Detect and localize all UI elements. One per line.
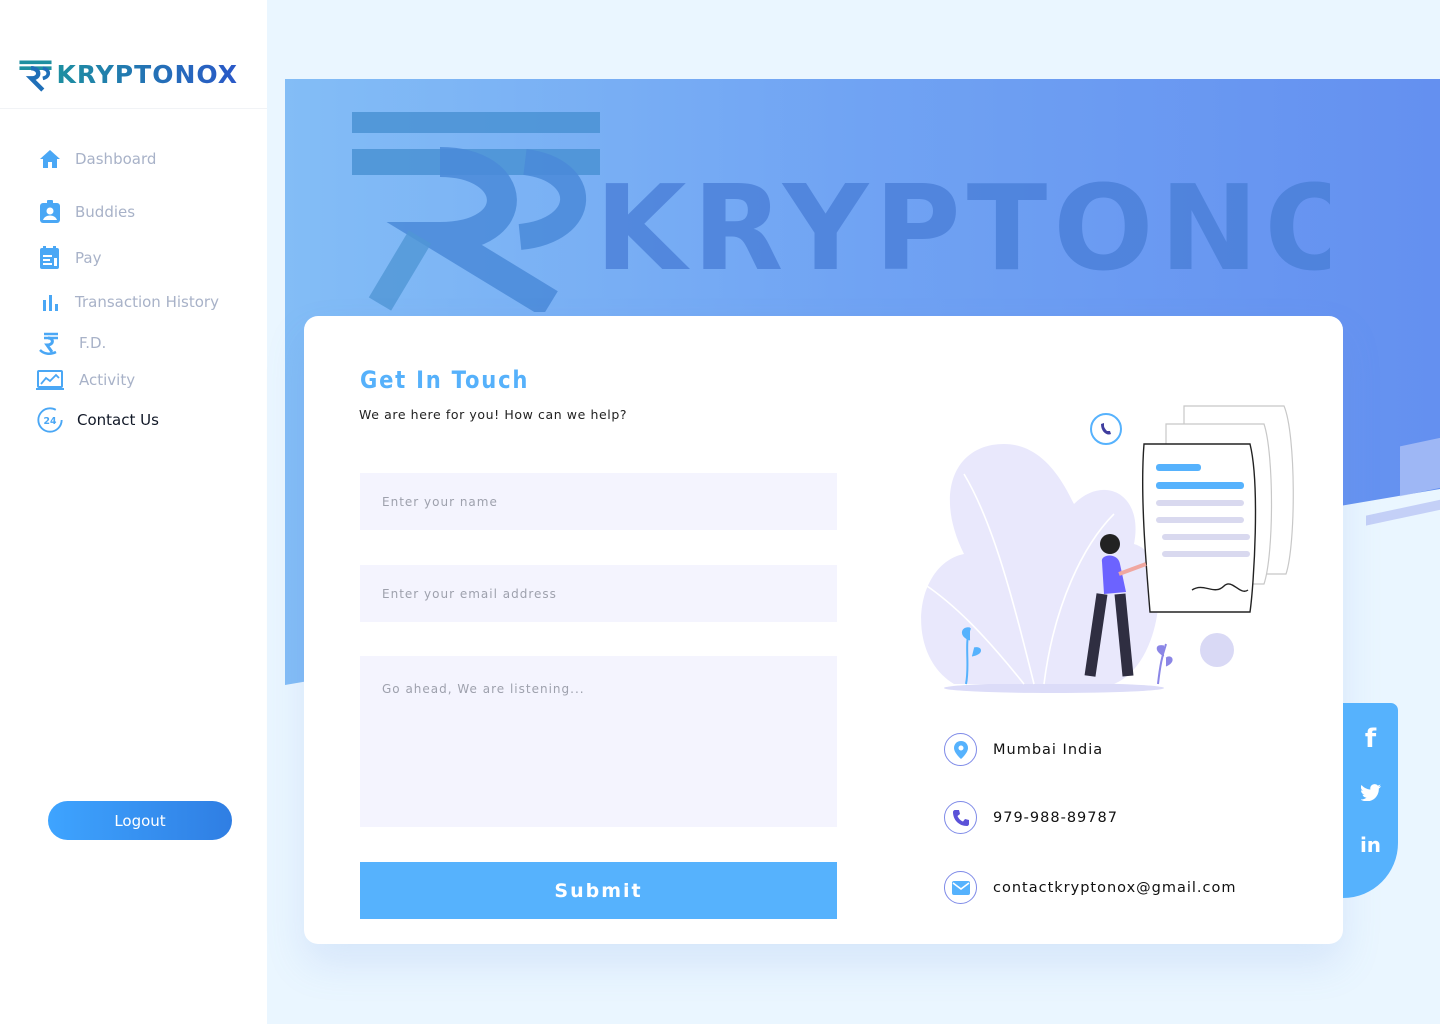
submit-button[interactable]: Submit <box>360 862 837 919</box>
phone-icon <box>944 801 977 834</box>
email-text: contactkryptonox@gmail.com <box>993 879 1237 896</box>
location-pin-icon <box>944 733 977 766</box>
sidebar-item-fd[interactable]: F.D. <box>36 329 106 357</box>
email-input[interactable] <box>360 565 837 622</box>
sidebar-item-label: Activity <box>79 371 136 389</box>
twitter-icon <box>1360 783 1381 801</box>
sidebar-item-label: Buddies <box>75 203 136 221</box>
sidebar: KRYPTONOX Dashboard Buddies Pay Transact… <box>0 0 267 1024</box>
message-textarea[interactable] <box>360 656 837 827</box>
sidebar-item-label: F.D. <box>79 334 107 352</box>
linkedin-button[interactable]: in <box>1343 825 1398 865</box>
rupee-logo-icon <box>19 60 52 92</box>
bar-chart-icon <box>36 288 64 316</box>
brand-name: KRYPTONOX <box>56 59 238 89</box>
page-title: Get In Touch <box>360 366 530 394</box>
linkedin-icon: in <box>1359 833 1382 857</box>
phone-text: 979-988-89787 <box>993 809 1118 826</box>
sidebar-item-transaction-history[interactable]: Transaction History <box>36 288 219 316</box>
logout-button[interactable]: Logout <box>48 801 232 840</box>
mail-icon <box>944 871 977 904</box>
sidebar-item-pay[interactable]: Pay <box>36 244 101 272</box>
monitor-chart-icon <box>36 366 64 394</box>
contact-location: Mumbai India <box>944 733 1103 766</box>
social-bar: f in <box>1343 703 1398 898</box>
divider <box>0 108 267 109</box>
facebook-icon: f <box>1364 724 1377 754</box>
support-24-icon: 24 <box>36 406 64 434</box>
sidebar-item-activity[interactable]: Activity <box>36 366 135 394</box>
contact-email[interactable]: contactkryptonox@gmail.com <box>944 871 1237 904</box>
sidebar-item-label: Transaction History <box>75 293 219 311</box>
sidebar-item-dashboard[interactable]: Dashboard <box>36 145 156 173</box>
sidebar-item-label: Dashboard <box>75 150 157 168</box>
sidebar-item-buddies[interactable]: Buddies <box>36 198 135 226</box>
facebook-button[interactable]: f <box>1343 719 1398 759</box>
rupee-hand-icon <box>36 329 64 357</box>
name-input[interactable] <box>360 473 837 530</box>
contact-card: Get In Touch We are here for you! How ca… <box>304 316 1343 944</box>
home-icon <box>36 145 64 173</box>
sidebar-item-contact-us[interactable]: 24 Contact Us <box>36 406 159 434</box>
contact-illustration <box>921 405 1294 693</box>
contact-badge-icon <box>36 198 64 226</box>
sidebar-item-label: Pay <box>75 249 102 267</box>
location-text: Mumbai India <box>993 741 1104 758</box>
twitter-button[interactable] <box>1343 772 1398 812</box>
page-subtitle: We are here for you! How can we help? <box>359 407 628 422</box>
hero-brand-text: KRYPTONOX <box>595 159 1330 297</box>
contact-phone[interactable]: 979-988-89787 <box>944 801 1118 834</box>
decor-stripe <box>1366 496 1440 526</box>
svg-text:24: 24 <box>44 416 57 427</box>
brand-logo[interactable]: KRYPTONOX <box>18 50 238 98</box>
invoice-icon <box>36 244 64 272</box>
sidebar-item-label: Contact Us <box>77 411 159 429</box>
hero-brand-watermark: KRYPTONOX <box>352 112 1330 312</box>
